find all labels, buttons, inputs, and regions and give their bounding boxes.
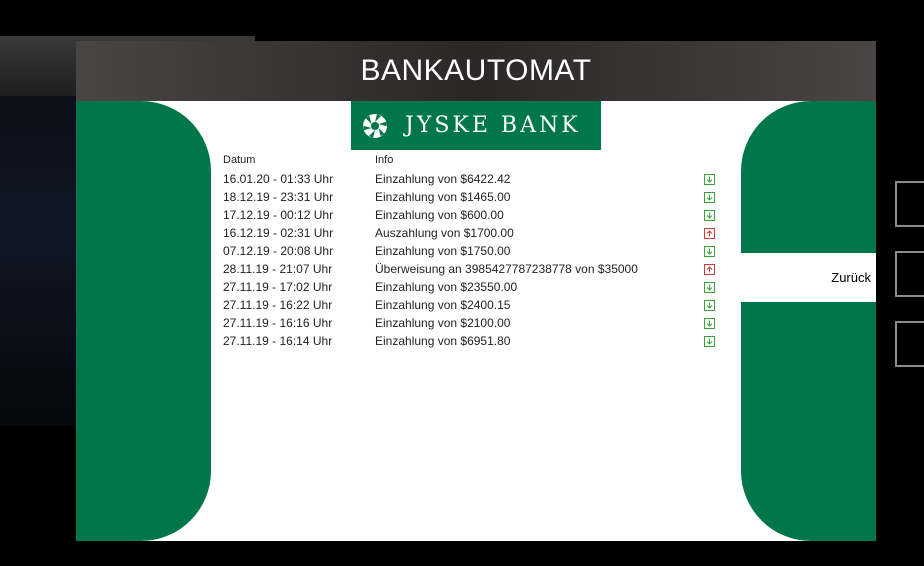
right-side-panel-top <box>741 101 876 253</box>
transaction-info: Überweisung an 3985427787238778 von $350… <box>375 262 638 276</box>
table-row: 27.11.19 - 17:02 Uhr Einzahlung von $2355… <box>223 280 723 298</box>
arrow-down-icon <box>704 336 715 347</box>
transaction-date: 27.11.19 - 16:22 Uhr <box>223 298 333 312</box>
jyske-bank-emblem-icon <box>363 113 387 138</box>
back-button[interactable]: Zurück <box>741 253 876 302</box>
table-row: 27.11.19 - 16:22 Uhr Einzahlung von $2400… <box>223 298 723 316</box>
arrow-down-icon <box>704 318 715 329</box>
transaction-info: Einzahlung von $6422.42 <box>375 172 511 186</box>
transaction-date: 27.11.19 - 16:16 Uhr <box>223 316 333 330</box>
bank-name: JYSKE BANK <box>405 113 581 138</box>
background-menu-slot <box>895 181 924 227</box>
background-menu-slot <box>895 251 924 297</box>
atm-window: BANKAUTOMAT Zurück JYSKE BANK Datum Info… <box>76 41 876 541</box>
table-row: 27.11.19 - 16:14 Uhr Einzahlung von $6951… <box>223 334 723 352</box>
transaction-info: Einzahlung von $600.00 <box>375 208 504 222</box>
transaction-info: Einzahlung von $1465.00 <box>375 190 511 204</box>
table-row: 07.12.19 - 20:08 Uhr Einzahlung von $1750… <box>223 244 723 262</box>
right-side-panel-bottom <box>741 302 876 541</box>
transaction-info: Einzahlung von $1750.00 <box>375 244 511 258</box>
transaction-date: 17.12.19 - 00:12 Uhr <box>223 208 334 222</box>
bank-logo: JYSKE BANK <box>351 101 601 150</box>
arrow-down-icon <box>704 246 715 257</box>
atm-header: BANKAUTOMAT <box>76 41 876 101</box>
transaction-date: 27.11.19 - 16:14 Uhr <box>223 334 333 348</box>
arrow-up-icon <box>704 228 715 239</box>
transaction-date: 16.01.20 - 01:33 Uhr <box>223 172 334 186</box>
table-row: 17.12.19 - 00:12 Uhr Einzahlung von $600.… <box>223 208 723 226</box>
left-side-panel <box>76 101 211 541</box>
transaction-date: 18.12.19 - 23:31 Uhr <box>223 190 334 204</box>
transaction-info: Einzahlung von $6951.80 <box>375 334 511 348</box>
arrow-up-icon <box>704 264 715 275</box>
table-row: 16.12.19 - 02:31 Uhr Auszahlung von $1700… <box>223 226 723 244</box>
window-title: BANKAUTOMAT <box>360 54 592 87</box>
arrow-down-icon <box>704 174 715 185</box>
arrow-down-icon <box>704 192 715 203</box>
background-scene <box>0 96 76 426</box>
transaction-info: Einzahlung von $2100.00 <box>375 316 511 330</box>
table-row: 28.11.19 - 21:07 Uhr Überweisung an 39854… <box>223 262 723 280</box>
table-row: 16.01.20 - 01:33 Uhr Einzahlung von $6422… <box>223 172 723 190</box>
arrow-down-icon <box>704 300 715 311</box>
transaction-info: Einzahlung von $23550.00 <box>375 280 518 294</box>
transaction-info: Einzahlung von $2400.15 <box>375 298 511 312</box>
column-header-date: Datum <box>223 154 256 166</box>
transaction-date: 16.12.19 - 02:31 Uhr <box>223 226 334 240</box>
background-menu-slot <box>895 321 924 367</box>
transaction-date: 28.11.19 - 21:07 Uhr <box>223 262 333 276</box>
transaction-info: Auszahlung von $1700.00 <box>375 226 514 240</box>
table-row: 27.11.19 - 16:16 Uhr Einzahlung von $2100… <box>223 316 723 334</box>
table-row: 18.12.19 - 23:31 Uhr Einzahlung von $1465… <box>223 190 723 208</box>
transaction-date: 07.12.19 - 20:08 Uhr <box>223 244 334 258</box>
column-header-info: Info <box>375 154 394 166</box>
back-button-label: Zurück <box>831 270 871 285</box>
transaction-list: 16.01.20 - 01:33 Uhr Einzahlung von $6422… <box>223 172 723 352</box>
arrow-down-icon <box>704 282 715 293</box>
transaction-date: 27.11.19 - 17:02 Uhr <box>223 280 333 294</box>
arrow-down-icon <box>704 210 715 221</box>
